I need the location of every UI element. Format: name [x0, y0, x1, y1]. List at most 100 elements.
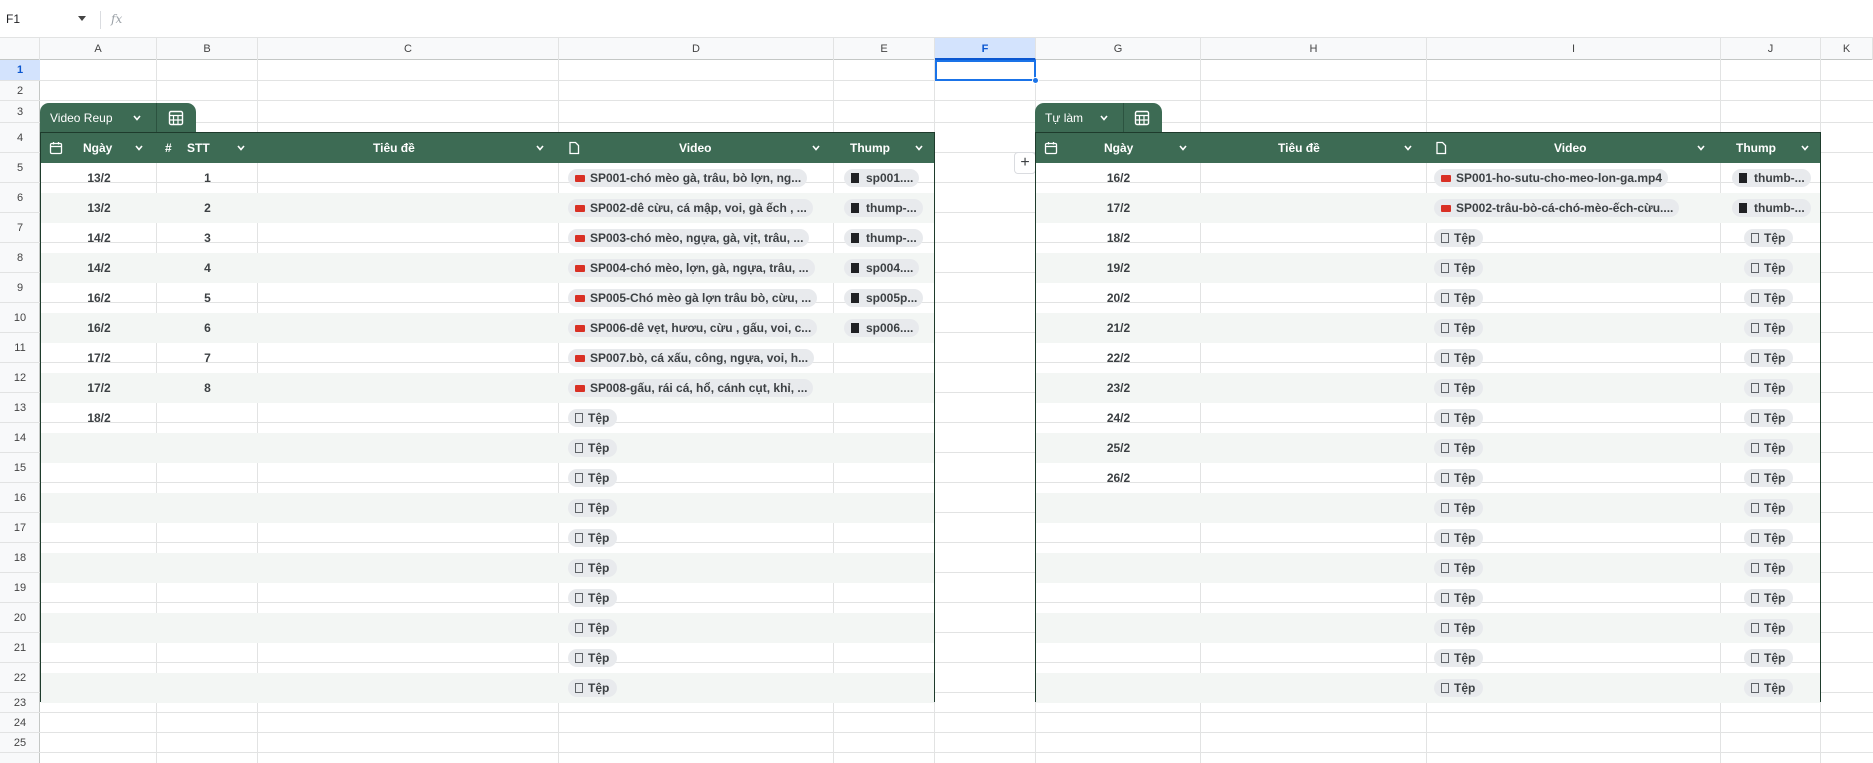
- table-row[interactable]: 23/2 Tệp Tệp: [1036, 373, 1820, 403]
- empty-file-chip[interactable]: Tệp: [1744, 289, 1794, 307]
- stt-cell[interactable]: 2: [157, 201, 258, 215]
- chevron-down-icon[interactable]: [535, 143, 545, 153]
- table-row[interactable]: Tệp Tệp: [1036, 643, 1820, 673]
- table-row[interactable]: 18/2 Tệp: [41, 403, 934, 433]
- video-file-chip[interactable]: SP002-trâu-bò-cá-chó-mèo-ếch-cừu....: [1434, 199, 1680, 217]
- image-file-chip[interactable]: sp001....: [844, 169, 920, 187]
- row-header-14[interactable]: 14: [0, 423, 40, 453]
- table-row[interactable]: 17/2 SP002-trâu-bò-cá-chó-mèo-ếch-cừu....…: [1036, 193, 1820, 223]
- empty-file-chip[interactable]: Tệp: [1434, 319, 1484, 337]
- video-file-chip[interactable]: SP008-gấu, rái cá, hổ, cánh cụt, khỉ, ..…: [568, 379, 814, 397]
- row-header-1[interactable]: 1: [0, 60, 40, 81]
- row-header-8[interactable]: 8: [0, 243, 40, 273]
- row-header-23[interactable]: 23: [0, 693, 40, 713]
- table-row[interactable]: Tệp Tệp: [1036, 493, 1820, 523]
- row-header-6[interactable]: 6: [0, 183, 40, 213]
- empty-file-chip[interactable]: Tệp: [1434, 469, 1484, 487]
- date-cell[interactable]: 26/2: [1036, 471, 1201, 485]
- image-file-chip[interactable]: sp006....: [844, 319, 920, 337]
- empty-file-chip[interactable]: Tệp: [1744, 499, 1794, 517]
- table-row[interactable]: 24/2 Tệp Tệp: [1036, 403, 1820, 433]
- chevron-down-icon[interactable]: [1403, 143, 1413, 153]
- row-header-7[interactable]: 7: [0, 213, 40, 243]
- table-row[interactable]: 14/2 3 SP003-chó mèo, ngựa, gà, vịt, trâu,…: [41, 223, 934, 253]
- date-cell[interactable]: 14/2: [41, 231, 157, 245]
- stt-cell[interactable]: 7: [157, 351, 258, 365]
- table-row[interactable]: 20/2 Tệp Tệp: [1036, 283, 1820, 313]
- empty-file-chip[interactable]: Tệp: [1744, 469, 1794, 487]
- row-header-11[interactable]: 11: [0, 333, 40, 363]
- stt-cell[interactable]: 1: [157, 171, 258, 185]
- table-row[interactable]: 13/2 1 SP001-chó mèo gà, trâu, bò lợn, ng.…: [41, 163, 934, 193]
- column-tieu-de[interactable]: Tiêu đề: [1201, 133, 1426, 163]
- row-header-25[interactable]: 25: [0, 733, 40, 753]
- empty-file-chip[interactable]: Tệp: [1434, 649, 1484, 667]
- empty-file-chip[interactable]: Tệp: [1744, 259, 1794, 277]
- table-row[interactable]: 17/2 7 SP007.bò, cá xấu, công, ngựa, voi, …: [41, 343, 934, 373]
- video-file-chip[interactable]: SP005-Chó mèo gà lợn trâu bò, cừu, ...: [568, 289, 818, 307]
- empty-file-chip[interactable]: Tệp: [1434, 349, 1484, 367]
- date-cell[interactable]: 23/2: [1036, 381, 1201, 395]
- date-cell[interactable]: 25/2: [1036, 441, 1201, 455]
- table-row[interactable]: 16/2 SP001-ho-sutu-cho-meo-lon-ga.mp4 thum…: [1036, 163, 1820, 193]
- image-file-chip[interactable]: thumb-...: [1732, 199, 1811, 217]
- table-row[interactable]: 21/2 Tệp Tệp: [1036, 313, 1820, 343]
- date-cell[interactable]: 21/2: [1036, 321, 1201, 335]
- image-file-chip[interactable]: thumb-...: [1732, 169, 1811, 187]
- table-row[interactable]: Tệp: [41, 643, 934, 673]
- table-row[interactable]: 14/2 4 SP004-chó mèo, lợn, gà, ngựa, trâu,…: [41, 253, 934, 283]
- table-view-icon[interactable]: [1134, 110, 1150, 126]
- row-header-12[interactable]: 12: [0, 363, 40, 393]
- empty-file-chip[interactable]: Tệp: [1434, 289, 1484, 307]
- empty-file-chip[interactable]: Tệp: [1744, 379, 1794, 397]
- table-row[interactable]: Tệp Tệp: [1036, 673, 1820, 703]
- table-row[interactable]: Tệp: [41, 613, 934, 643]
- column-header-g[interactable]: G: [1036, 38, 1201, 60]
- column-video[interactable]: Video: [1426, 133, 1720, 163]
- row-header-22[interactable]: 22: [0, 663, 40, 693]
- empty-file-chip[interactable]: Tệp: [1744, 559, 1794, 577]
- date-cell[interactable]: 19/2: [1036, 261, 1201, 275]
- table-row[interactable]: Tệp Tệp: [1036, 523, 1820, 553]
- date-cell[interactable]: 13/2: [41, 201, 157, 215]
- table-row[interactable]: Tệp: [41, 523, 934, 553]
- date-cell[interactable]: 16/2: [1036, 171, 1201, 185]
- video-file-chip[interactable]: SP006-dê vẹt, hươu, cừu , gấu, voi, c...: [568, 319, 818, 337]
- empty-file-chip[interactable]: Tệp: [1434, 559, 1484, 577]
- date-cell[interactable]: 17/2: [1036, 201, 1201, 215]
- empty-file-chip[interactable]: Tệp: [1744, 319, 1794, 337]
- table-row[interactable]: Tệp: [41, 433, 934, 463]
- empty-file-chip[interactable]: Tệp: [568, 499, 618, 517]
- row-header-24[interactable]: 24: [0, 713, 40, 733]
- table-row[interactable]: Tệp: [41, 463, 934, 493]
- chevron-down-icon[interactable]: [1800, 143, 1810, 153]
- row-header-15[interactable]: 15: [0, 453, 40, 483]
- date-cell[interactable]: 16/2: [41, 291, 157, 305]
- date-cell[interactable]: 14/2: [41, 261, 157, 275]
- empty-file-chip[interactable]: Tệp: [1744, 619, 1794, 637]
- empty-file-chip[interactable]: Tệp: [1434, 589, 1484, 607]
- table-row[interactable]: 22/2 Tệp Tệp: [1036, 343, 1820, 373]
- date-cell[interactable]: 24/2: [1036, 411, 1201, 425]
- column-tieu-de[interactable]: Tiêu đề: [258, 133, 559, 163]
- empty-file-chip[interactable]: Tệp: [568, 469, 618, 487]
- table-row[interactable]: 18/2 Tệp Tệp: [1036, 223, 1820, 253]
- date-cell[interactable]: 17/2: [41, 351, 157, 365]
- video-file-chip[interactable]: SP007.bò, cá xấu, công, ngựa, voi, h...: [568, 349, 815, 367]
- table-view-icon[interactable]: [168, 110, 184, 126]
- empty-file-chip[interactable]: Tệp: [1434, 619, 1484, 637]
- empty-file-chip[interactable]: Tệp: [1434, 379, 1484, 397]
- empty-file-chip[interactable]: Tệp: [1744, 529, 1794, 547]
- table-tab-tu-lam[interactable]: Tự làm: [1035, 103, 1162, 132]
- empty-file-chip[interactable]: Tệp: [568, 619, 618, 637]
- empty-file-chip[interactable]: Tệp: [1744, 229, 1794, 247]
- empty-file-chip[interactable]: Tệp: [1434, 529, 1484, 547]
- empty-file-chip[interactable]: Tệp: [1744, 589, 1794, 607]
- video-file-chip[interactable]: SP001-ho-sutu-cho-meo-lon-ga.mp4: [1434, 169, 1669, 187]
- video-file-chip[interactable]: SP001-chó mèo gà, trâu, bò lợn, ng...: [568, 169, 808, 187]
- chevron-down-icon[interactable]: [1178, 143, 1188, 153]
- column-header-j[interactable]: J: [1721, 38, 1821, 60]
- table-row[interactable]: 26/2 Tệp Tệp: [1036, 463, 1820, 493]
- chevron-down-icon[interactable]: [1696, 143, 1706, 153]
- date-cell[interactable]: 20/2: [1036, 291, 1201, 305]
